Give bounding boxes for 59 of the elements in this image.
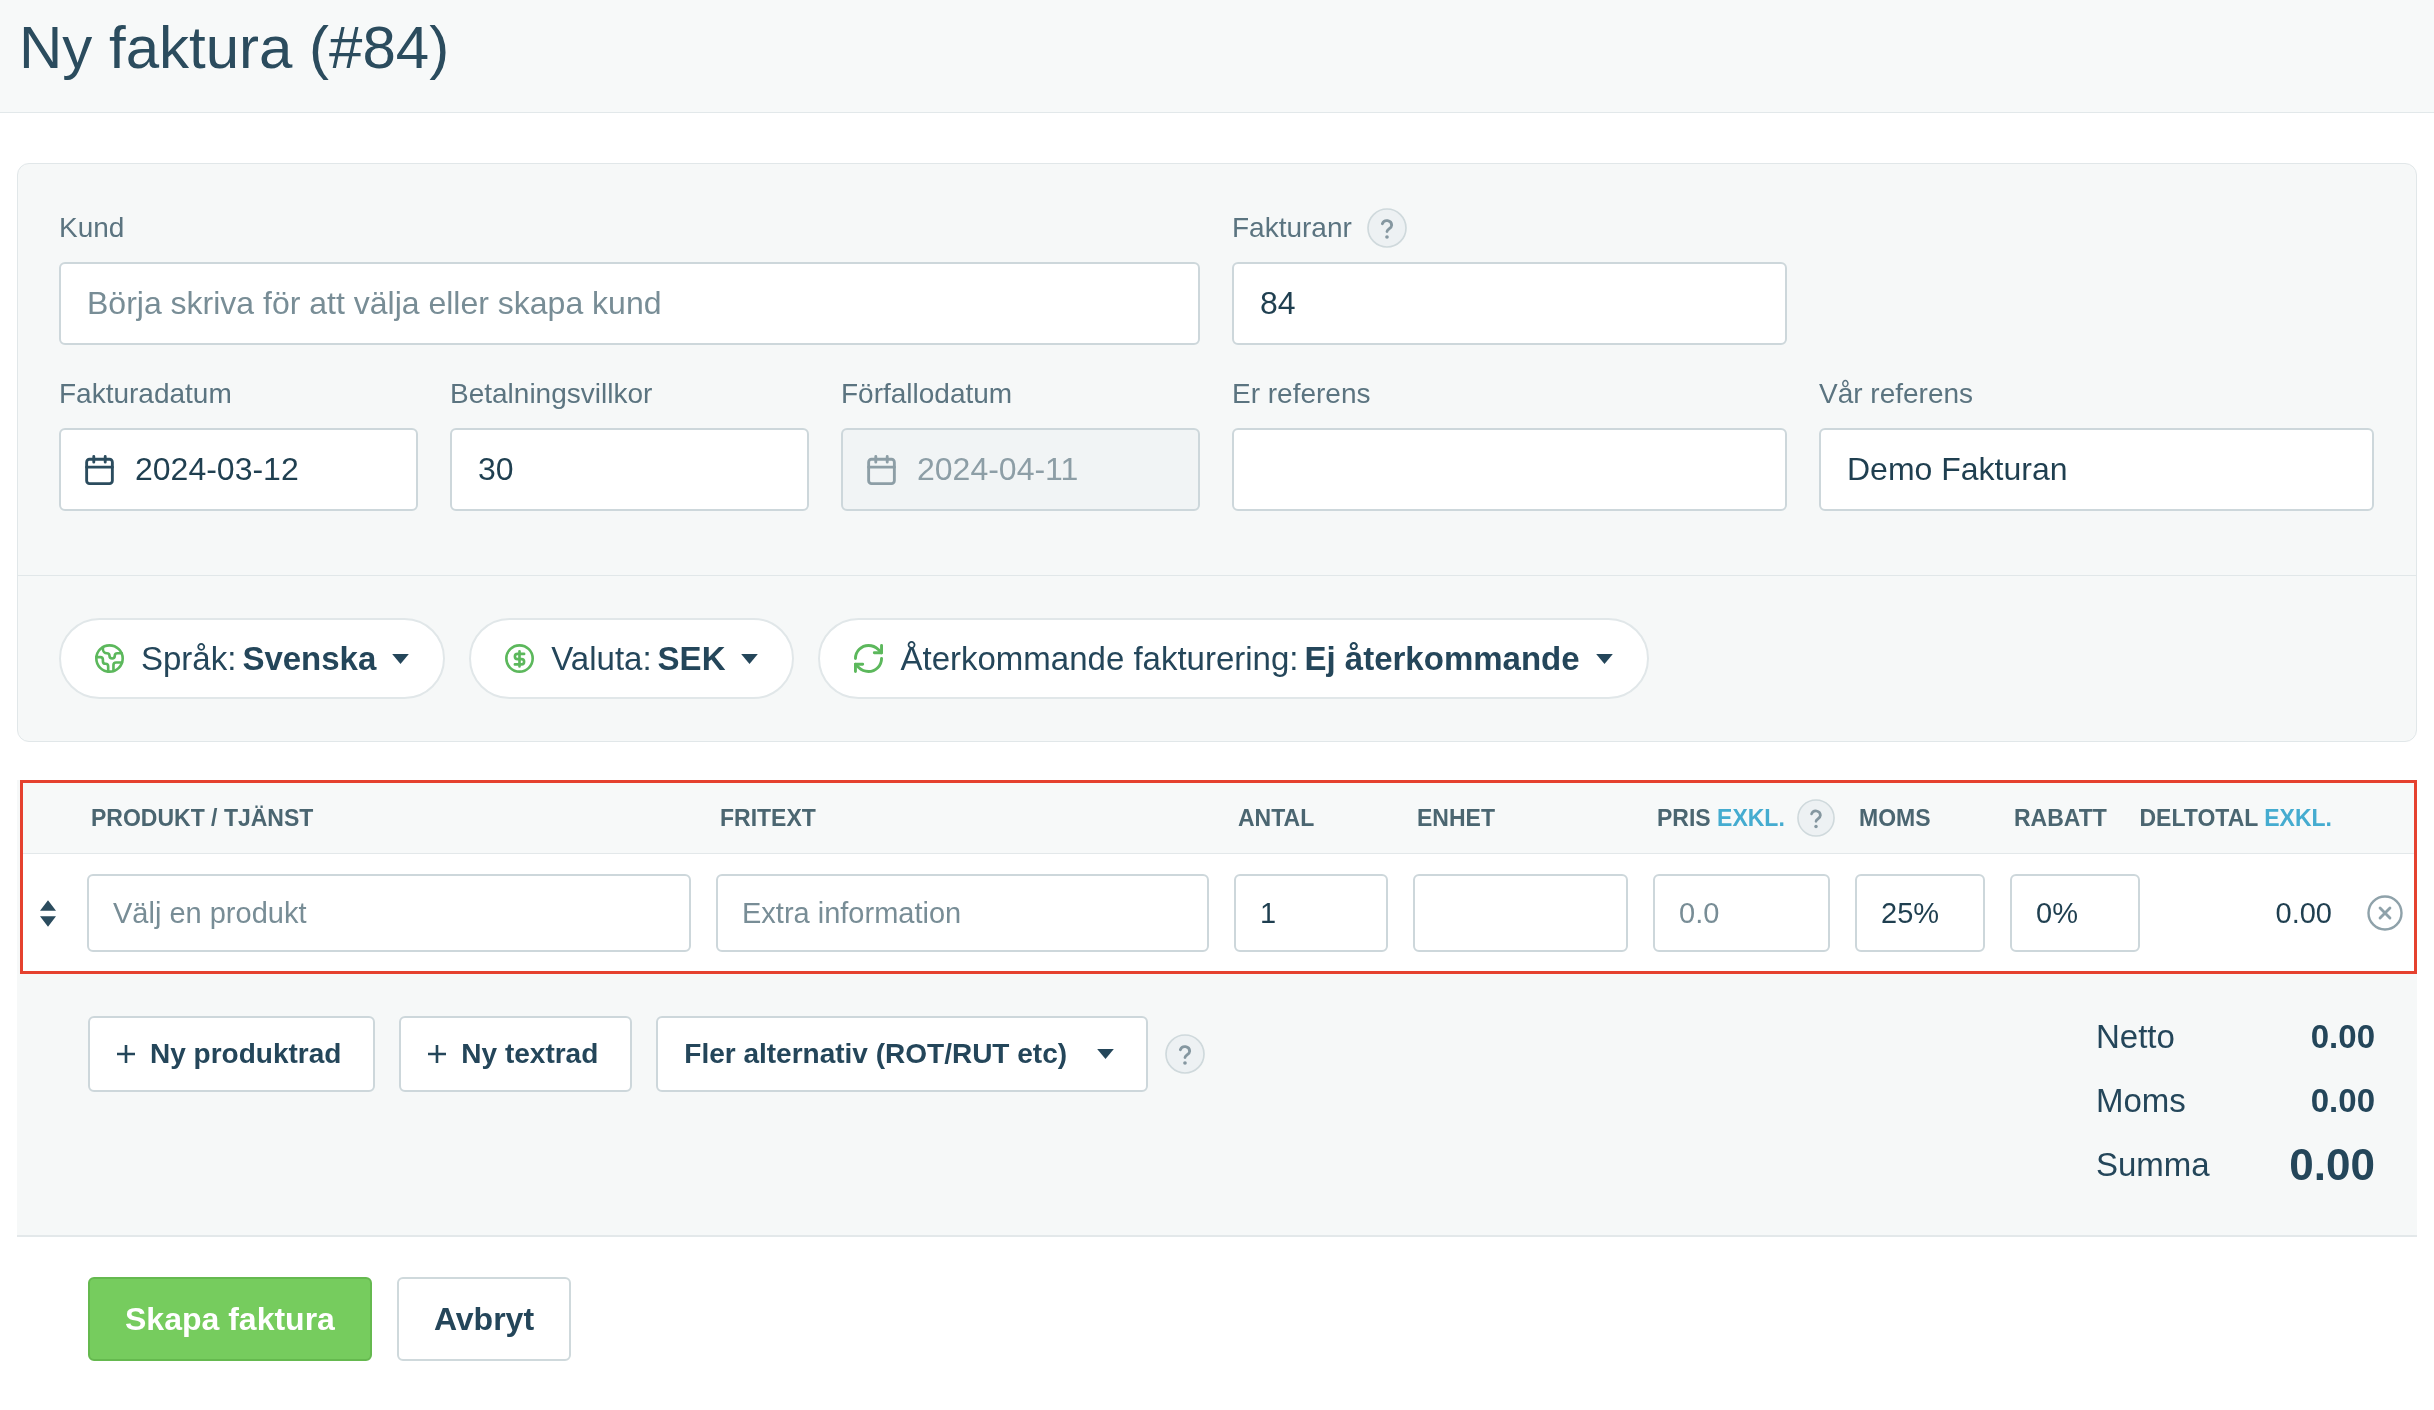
column-header: ENHET: [1417, 804, 1495, 832]
column-header: DELTOTAL EXKL.: [2139, 804, 2332, 832]
total-value: 0.00: [2309, 1017, 2375, 1057]
field-label: Kund: [59, 211, 125, 245]
caret-icon: [1595, 653, 1613, 664]
input-field[interactable]: Demo Fakturan: [1819, 428, 2374, 511]
field-label: Betalningsvillkor: [450, 377, 653, 411]
input-field[interactable]: 0%: [2010, 874, 2140, 952]
column-header: ANTAL: [1238, 804, 1315, 832]
help-icon[interactable]: [1796, 799, 1835, 837]
total-value: 0.00: [2289, 1139, 2375, 1191]
calendar-icon: [85, 455, 114, 485]
input-field[interactable]: 25%: [1855, 874, 1985, 952]
help-icon[interactable]: [1165, 1034, 1206, 1074]
caret-icon: [1097, 1049, 1115, 1059]
input-field[interactable]: Extra information: [716, 874, 1209, 952]
field-label: Vår referens: [1819, 377, 1974, 411]
input-field[interactable]: Börja skriva för att välja eller skapa kund: [59, 262, 1200, 345]
globe-icon: [95, 644, 124, 673]
add-button[interactable]: Ny textrad: [399, 1016, 633, 1092]
input-field[interactable]: [1232, 428, 1787, 511]
column-header: PRODUKT / TJÄNST: [91, 804, 314, 832]
sort-handle-icon[interactable]: [39, 899, 56, 927]
page-title: Ny faktura (#84): [19, 13, 450, 83]
date-field[interactable]: 2024-03-12: [59, 428, 418, 511]
field-label: Er referens: [1232, 377, 1371, 411]
caret-icon: [741, 653, 759, 664]
cancel-button[interactable]: Avbryt: [396, 1277, 572, 1361]
field-label: Förfallodatum: [841, 377, 1013, 411]
input-field[interactable]: 1: [1234, 874, 1388, 952]
dropdown-button[interactable]: Återkommande fakturering: Ej återkommande: [818, 618, 1649, 699]
plus-icon: [116, 1044, 136, 1064]
input-field[interactable]: Välj en produkt: [87, 874, 691, 952]
help-icon[interactable]: [1366, 208, 1407, 248]
input-field[interactable]: 0.0: [1653, 874, 1830, 952]
column-header: FRITEXT: [720, 804, 816, 832]
subtotal-value: 0.00: [2275, 896, 2333, 930]
dollar-circle-icon: [505, 644, 535, 673]
add-button[interactable]: Ny produktrad: [88, 1016, 376, 1092]
refresh-icon: [854, 644, 884, 673]
field-label: Fakturanr: [1232, 211, 1352, 245]
field-label: Fakturadatum: [59, 377, 232, 411]
dropdown-button[interactable]: Fler alternativ (ROT/RUT etc): [656, 1016, 1149, 1092]
column-header: PRIS EXKL.: [1657, 804, 1785, 832]
input-field[interactable]: [1413, 874, 1628, 952]
input-field[interactable]: 84: [1232, 262, 1787, 345]
dropdown-button[interactable]: Valuta: SEK: [469, 618, 795, 699]
dropdown-button[interactable]: Språk: Svenska: [59, 618, 446, 699]
close-icon[interactable]: [2367, 895, 2403, 931]
caret-icon: [392, 653, 410, 664]
total-value: 0.00: [2309, 1081, 2375, 1121]
column-header: MOMS: [1859, 804, 1931, 832]
calendar-icon: [867, 455, 896, 485]
total-label: Netto: [2096, 1017, 2176, 1057]
column-header: RABATT: [2014, 804, 2107, 832]
total-label: Moms: [2096, 1081, 2187, 1121]
total-label: Summa: [2096, 1145, 2211, 1185]
plus-icon: [427, 1044, 448, 1064]
input-field[interactable]: 30: [450, 428, 809, 511]
